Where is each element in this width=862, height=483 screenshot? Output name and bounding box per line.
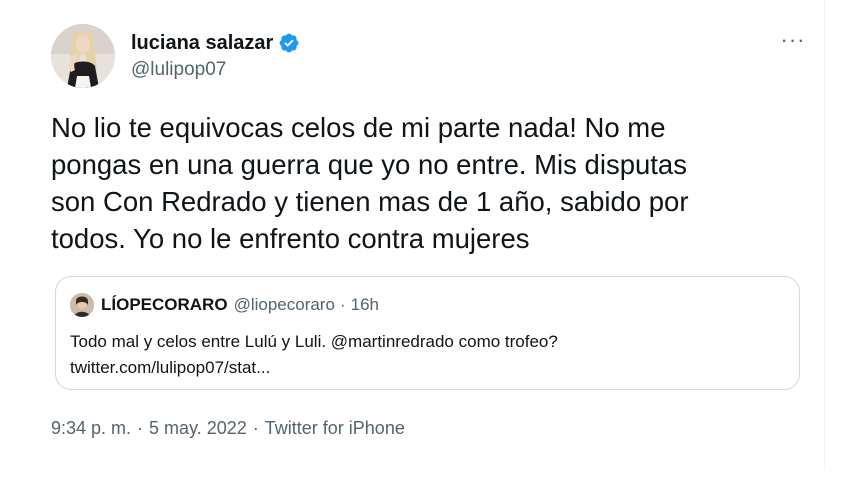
tweet-header: luciana salazar @lulipop07 ··· [51,24,811,88]
quoted-text-line: Todo mal y celos entre Lulú y Luli. @mar… [70,332,558,351]
quoted-tweet[interactable]: LÍOPECORARO @liopecoraro · 16h Todo mal … [55,276,800,390]
tweet-date[interactable]: 5 may. 2022 [149,418,247,439]
tweet-body-text: No lio te equivocas celos de mi parte na… [51,112,689,254]
quoted-author-avatar [70,293,94,317]
quoted-author-handle: @liopecoraro [233,295,335,314]
tweet-source[interactable]: Twitter for iPhone [265,418,405,439]
more-options-button[interactable]: ··· [775,27,811,52]
display-name-row: luciana salazar [131,30,300,56]
author-avatar[interactable] [51,24,115,88]
quoted-tweet-header: LÍOPECORARO @liopecoraro · 16h [70,293,379,317]
tweet-time[interactable]: 9:34 p. m. [51,418,131,439]
author-handle[interactable]: @lulipop07 [131,59,300,81]
meta-separator: · [137,418,144,438]
quoted-tweet-time: 16h [350,295,379,314]
quoted-author-name: LÍOPECORARO [101,295,228,314]
quoted-separator: · [339,295,346,314]
author-display-name[interactable]: luciana salazar [131,32,273,55]
quoted-link-text: twitter.com/lulipop07/stat... [70,358,271,377]
meta-separator: · [252,418,259,438]
tweet-card: luciana salazar @lulipop07 ··· No lio te… [0,0,862,483]
verified-badge-icon [278,32,300,54]
author-info: luciana salazar @lulipop07 [131,30,300,81]
quoted-tweet-text: Todo mal y celos entre Lulú y Luli. @mar… [70,329,785,381]
tweet-metadata: 9:34 p. m. · 5 may. 2022 · Twitter for i… [51,418,405,439]
more-horizontal-icon: ··· [780,27,806,52]
column-divider [824,0,825,470]
